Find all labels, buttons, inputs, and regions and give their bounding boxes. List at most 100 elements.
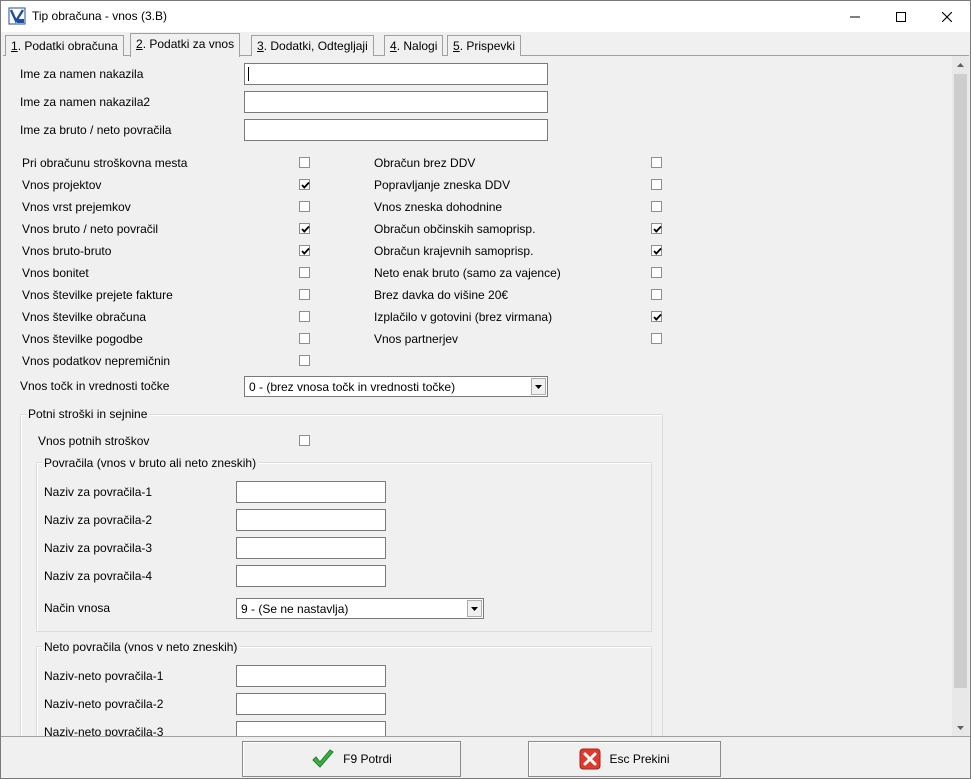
right-option-5-checkbox[interactable] bbox=[651, 245, 662, 256]
prekini-label: Esc Prekini bbox=[609, 752, 670, 766]
scroll-down-button[interactable] bbox=[952, 719, 969, 736]
dropdown-button[interactable] bbox=[531, 378, 546, 395]
left-option-6-label: Vnos bonitet bbox=[22, 266, 89, 280]
left-option-8-checkbox[interactable] bbox=[299, 311, 310, 322]
title-bar: Tip obračuna - vnos (3.B) bbox=[1, 1, 970, 32]
checkmark-icon bbox=[301, 247, 310, 255]
dropdown-button[interactable] bbox=[467, 600, 482, 617]
right-option-6-label: Neto enak bruto (samo za vajence) bbox=[374, 266, 561, 280]
potni-check-label: Vnos potnih stroškov bbox=[38, 434, 150, 448]
checkmark-icon bbox=[653, 313, 662, 321]
povracilo-2-input[interactable] bbox=[236, 509, 386, 531]
left-option-7-checkbox[interactable] bbox=[299, 289, 310, 300]
left-option-10-checkbox[interactable] bbox=[299, 355, 310, 366]
tab-dodatki-odtegljaji[interactable]: 3. Dodatki, Odtegljaji bbox=[251, 35, 374, 56]
nacin-vnosa-select[interactable]: 9 - (Se ne nastavlja) bbox=[236, 598, 484, 619]
nacin-vnosa-label: Način vnosa bbox=[44, 601, 111, 615]
chevron-down-icon bbox=[535, 384, 542, 389]
right-option-7-checkbox[interactable] bbox=[651, 289, 662, 300]
window-title: Tip obračuna - vnos (3.B) bbox=[32, 9, 167, 23]
checkmark-icon bbox=[312, 749, 334, 768]
scroll-thumb[interactable] bbox=[954, 74, 967, 688]
tab-nalogi[interactable]: 4. Nalogi bbox=[384, 35, 444, 56]
left-option-3-checkbox[interactable] bbox=[299, 201, 310, 212]
right-option-8-checkbox[interactable] bbox=[651, 311, 662, 322]
vertical-scrollbar[interactable] bbox=[952, 56, 969, 736]
left-option-6-checkbox[interactable] bbox=[299, 267, 310, 278]
checkmark-icon bbox=[653, 247, 662, 255]
checkmark-icon bbox=[301, 225, 310, 233]
bottom-bar: F9 Potrdi Esc Prekini bbox=[1, 736, 970, 778]
app-logo-icon bbox=[8, 7, 26, 25]
left-option-9-label: Vnos številke pogodbe bbox=[22, 332, 143, 346]
tab-content: Ime za namen nakazila Ime za namen nakaz… bbox=[3, 56, 969, 736]
neto-povracilo-2-label: Naziv-neto povračila-2 bbox=[44, 697, 164, 711]
chevron-down-icon bbox=[957, 725, 964, 730]
right-option-5-label: Obračun krajevnih samoprisp. bbox=[374, 244, 534, 258]
bruto-neto-povracila-input[interactable] bbox=[244, 119, 548, 141]
povracilo-4-label: Naziv za povračila-4 bbox=[44, 569, 153, 583]
left-option-1-checkbox[interactable] bbox=[299, 157, 310, 168]
tab-podatki-za-vnos[interactable]: 2. Podatki za vnos bbox=[130, 33, 241, 57]
minimize-button[interactable] bbox=[832, 1, 878, 32]
povracilo-1-input[interactable] bbox=[236, 481, 386, 503]
right-option-2-label: Popravljanje zneska DDV bbox=[374, 178, 511, 192]
povracilo-4-input[interactable] bbox=[236, 565, 386, 587]
app-window: Tip obračuna - vnos (3.B) 1. Podatki obr… bbox=[0, 0, 971, 779]
povracilo-3-input[interactable] bbox=[236, 537, 386, 559]
right-option-4-checkbox[interactable] bbox=[651, 223, 662, 234]
maximize-button[interactable] bbox=[878, 1, 924, 32]
scroll-up-button[interactable] bbox=[952, 56, 969, 73]
right-option-1-checkbox[interactable] bbox=[651, 157, 662, 168]
right-option-6-checkbox[interactable] bbox=[651, 267, 662, 278]
prekini-button[interactable]: Esc Prekini bbox=[528, 741, 721, 777]
left-option-10-label: Vnos podatkov nepremičnin bbox=[22, 354, 171, 368]
neto-povracilo-2-input[interactable] bbox=[236, 693, 386, 715]
left-option-1-label: Pri obračunu stroškovna mesta bbox=[22, 156, 188, 170]
right-option-1-label: Obračun brez DDV bbox=[374, 156, 476, 170]
right-option-9-checkbox[interactable] bbox=[651, 333, 662, 344]
left-option-5-checkbox[interactable] bbox=[299, 245, 310, 256]
tab-podatki-obracuna[interactable]: 1. Podatki obračuna bbox=[5, 35, 124, 56]
neto-povracilo-1-label: Naziv-neto povračila-1 bbox=[44, 669, 164, 683]
neto-povracilo-3-label: Naziv-neto povračila-3 bbox=[44, 725, 164, 736]
neto-povracila-title: Neto povračila (vnos v neto zneskih) bbox=[42, 640, 240, 654]
checkmark-icon bbox=[301, 181, 310, 189]
neto-povracilo-1-input[interactable] bbox=[236, 665, 386, 687]
right-option-3-checkbox[interactable] bbox=[651, 201, 662, 212]
potrdi-button[interactable]: F9 Potrdi bbox=[242, 741, 461, 777]
maximize-icon bbox=[896, 11, 906, 22]
left-option-9-checkbox[interactable] bbox=[299, 333, 310, 344]
left-option-5-label: Vnos bruto-bruto bbox=[22, 244, 112, 258]
potni-stroski-title: Potni stroški in sejnine bbox=[26, 407, 150, 421]
right-option-9-label: Vnos partnerjev bbox=[374, 332, 459, 346]
povracilo-3-label: Naziv za povračila-3 bbox=[44, 541, 153, 555]
right-option-8-label: Izplačilo v gotovini (brez virmana) bbox=[374, 310, 553, 324]
potni-stroski-checkbox[interactable] bbox=[299, 435, 310, 446]
namen-nakazila2-input[interactable] bbox=[244, 91, 548, 113]
tocke-label: Vnos točk in vrednosti točke bbox=[20, 379, 170, 393]
chevron-up-icon bbox=[957, 62, 964, 67]
left-option-8-label: Vnos številke obračuna bbox=[22, 310, 147, 324]
right-option-4-label: Obračun občinskih samoprisp. bbox=[374, 222, 536, 236]
nacin-vnosa-value: 9 - (Se ne nastavlja) bbox=[241, 602, 349, 616]
checkmark-icon bbox=[653, 225, 662, 233]
close-button[interactable] bbox=[924, 1, 970, 32]
minimize-icon bbox=[850, 16, 860, 17]
field-label: Ime za namen nakazila2 bbox=[20, 95, 151, 109]
neto-povracilo-3-input[interactable] bbox=[236, 721, 386, 736]
tocke-select[interactable]: 0 - (brez vnosa točk in vrednosti točke) bbox=[244, 376, 548, 397]
field-label: Ime za bruto / neto povračila bbox=[20, 123, 172, 137]
left-option-2-checkbox[interactable] bbox=[299, 179, 310, 190]
povracila-title: Povračila (vnos v bruto ali neto zneskih… bbox=[42, 456, 259, 470]
left-option-2-label: Vnos projektov bbox=[22, 178, 102, 192]
left-option-3-label: Vnos vrst prejemkov bbox=[22, 200, 131, 214]
cancel-icon bbox=[579, 748, 601, 770]
namen-nakazila-input[interactable] bbox=[244, 63, 548, 85]
left-option-4-checkbox[interactable] bbox=[299, 223, 310, 234]
right-option-7-label: Brez davka do višine 20€ bbox=[374, 288, 509, 302]
right-option-2-checkbox[interactable] bbox=[651, 179, 662, 190]
tab-strip: 1. Podatki obračuna 2. Podatki za vnos 3… bbox=[3, 33, 969, 57]
left-option-4-label: Vnos bruto / neto povračil bbox=[22, 222, 159, 236]
tab-prispevki[interactable]: 5. Prispevki bbox=[447, 35, 522, 56]
